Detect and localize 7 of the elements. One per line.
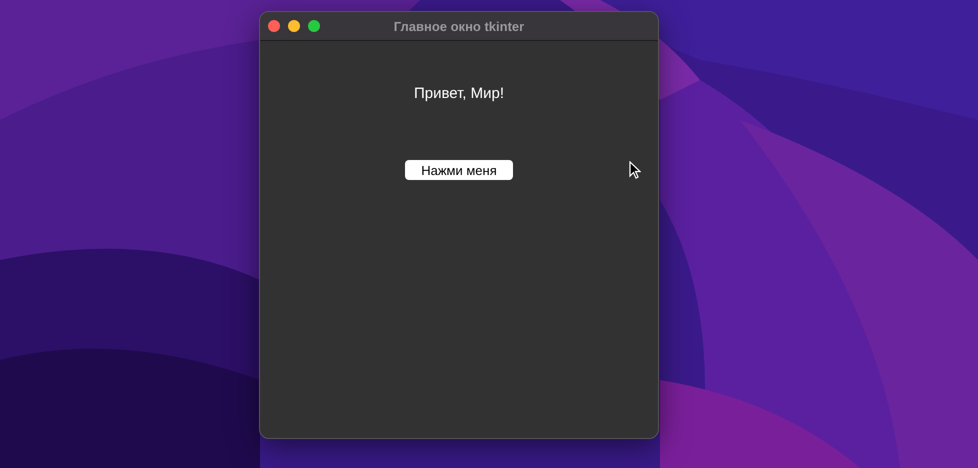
press-button[interactable]: Нажми меня [405,160,513,180]
window-title: Главное окно tkinter [394,18,524,34]
cursor-icon [629,161,641,179]
greeting-label: Привет, Мир! [414,85,504,103]
minimize-icon[interactable] [288,20,300,32]
close-icon[interactable] [268,20,280,32]
maximize-icon[interactable] [308,20,320,32]
